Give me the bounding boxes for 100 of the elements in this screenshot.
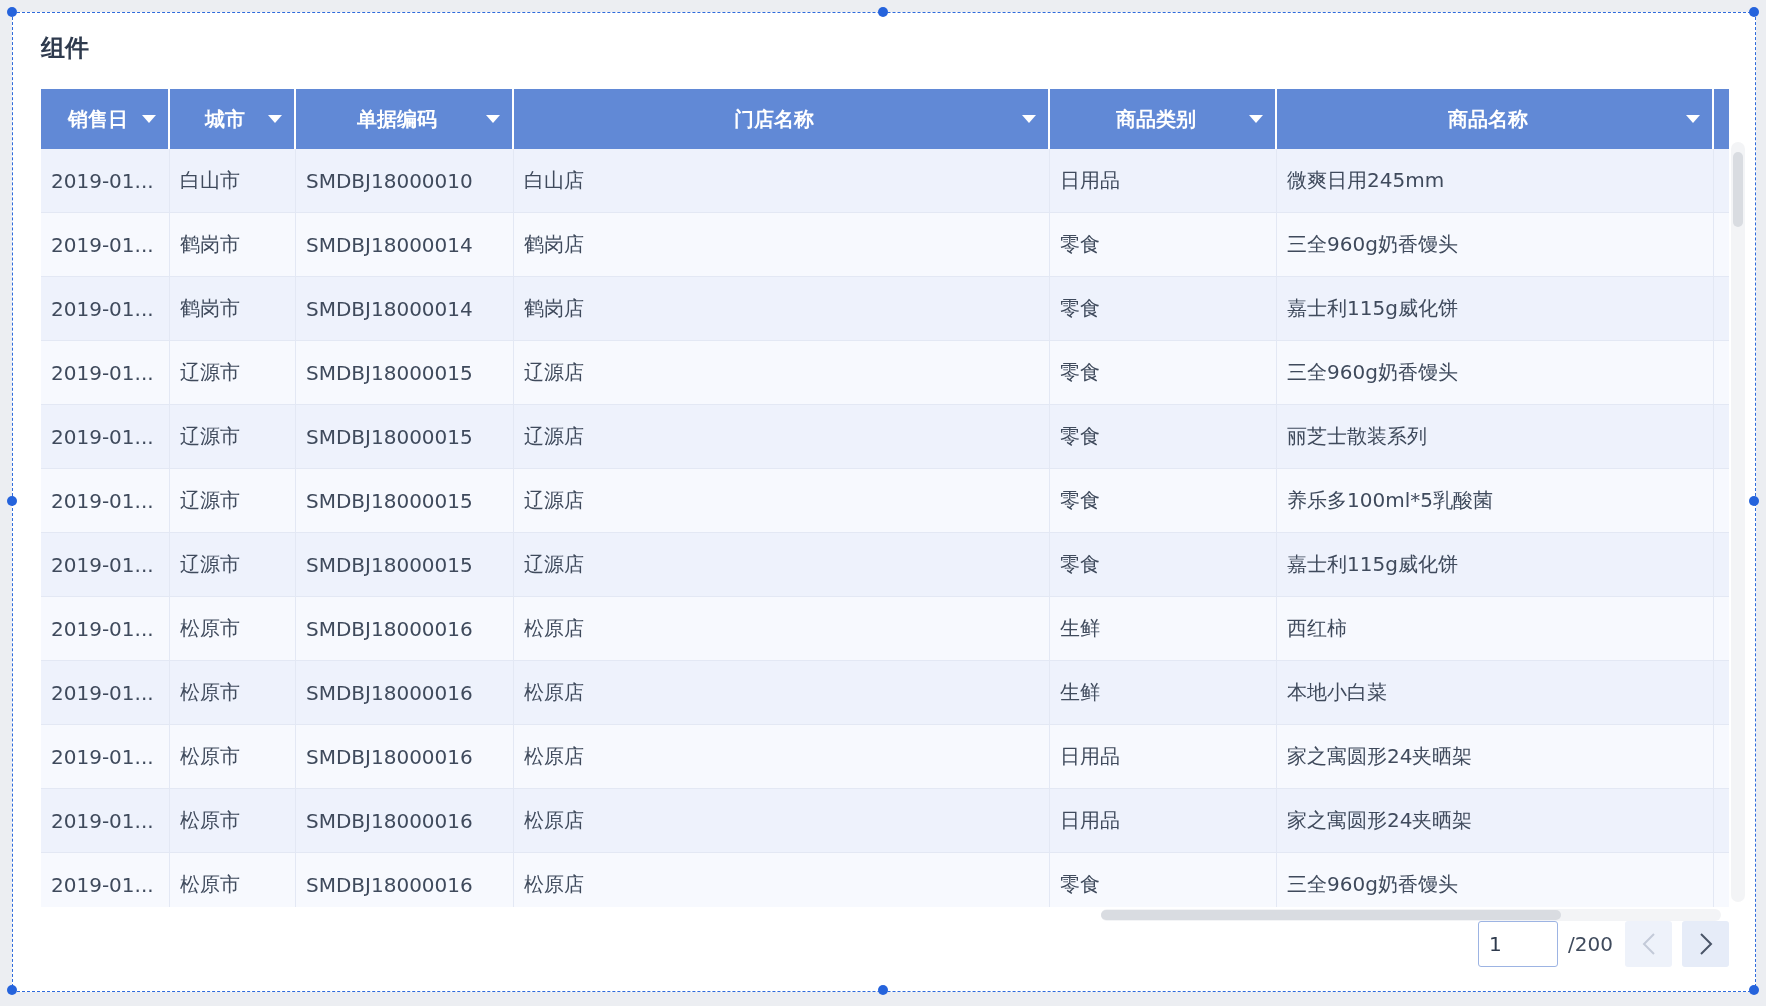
column-header[interactable]: 商品类别 — [1050, 89, 1277, 149]
table-cell: 辽源市 — [170, 405, 296, 469]
table-cell: 松原市 — [170, 661, 296, 725]
caret-icon[interactable] — [1249, 114, 1263, 124]
table-cell: SMDBJ18000016 — [296, 725, 514, 789]
table-cell: 生鲜 — [1050, 597, 1277, 661]
table-cell: 日用品 — [1050, 149, 1277, 213]
table-cell: 2019-01... — [41, 213, 170, 277]
table-cell: 零食 — [1050, 533, 1277, 597]
table-cell: 辽源店 — [514, 533, 1050, 597]
table-cell: 鹤岗市 — [170, 277, 296, 341]
next-page-button[interactable] — [1682, 921, 1729, 967]
table-cell: 2019-01... — [41, 533, 170, 597]
table-cell: 本地小白菜 — [1277, 661, 1714, 725]
table-cell: 三全960g奶香馒头 — [1277, 341, 1714, 405]
table-cell: 嘉士利115g威化饼 — [1277, 533, 1714, 597]
chevron-right-icon — [1698, 933, 1713, 955]
table-cell: 2019-01... — [41, 149, 170, 213]
resize-handle[interactable] — [878, 7, 888, 17]
table-cell: 2019-01... — [41, 405, 170, 469]
table-cell: 嘉士利115g威化饼 — [1277, 277, 1714, 341]
table-cell: 辽源店 — [514, 341, 1050, 405]
table-cell: 鹤岗店 — [514, 213, 1050, 277]
table-cell: 2019-01... — [41, 853, 170, 907]
caret-icon[interactable] — [142, 114, 156, 124]
scrollbar-thumb[interactable] — [1733, 152, 1743, 227]
table-cell: 松原店 — [514, 789, 1050, 853]
page-total: /200 — [1568, 932, 1613, 956]
table-cell: 松原市 — [170, 597, 296, 661]
table-cell: 2019-01... — [41, 789, 170, 853]
table-cell: 日用品 — [1050, 789, 1277, 853]
table-cell: SMDBJ18000015 — [296, 405, 514, 469]
table-cell: 零食 — [1050, 405, 1277, 469]
table-cell: 西红柿 — [1277, 597, 1714, 661]
table-cell: 零食 — [1050, 853, 1277, 907]
table-cell: 养乐多100ml*5乳酸菌 — [1277, 469, 1714, 533]
column-header[interactable]: 门店名称 — [514, 89, 1050, 149]
table-cell: 辽源市 — [170, 341, 296, 405]
table-cell: 家之寓圆形24夹晒架 — [1277, 725, 1714, 789]
table-cell: 松原店 — [514, 853, 1050, 907]
table-cell: SMDBJ18000016 — [296, 597, 514, 661]
table-cell: 丽芝士散装系列 — [1277, 405, 1714, 469]
table-cell: 零食 — [1050, 469, 1277, 533]
table-cell: 微爽日用245mm — [1277, 149, 1714, 213]
vertical-scrollbar[interactable] — [1731, 142, 1745, 902]
resize-handle[interactable] — [7, 496, 17, 506]
table-cell: 鹤岗店 — [514, 277, 1050, 341]
table-cell: 零食 — [1050, 341, 1277, 405]
table-cell: 2019-01... — [41, 341, 170, 405]
table-cell: 白山市 — [170, 149, 296, 213]
table-cell: 松原市 — [170, 853, 296, 907]
table-cell: 零食 — [1050, 213, 1277, 277]
table-cell: 辽源市 — [170, 533, 296, 597]
table-cell: SMDBJ18000014 — [296, 277, 514, 341]
caret-icon[interactable] — [1022, 114, 1036, 124]
table-cell: 辽源店 — [514, 405, 1050, 469]
caret-icon[interactable] — [1686, 114, 1700, 124]
table-cell: 松原店 — [514, 597, 1050, 661]
scrollbar-thumb[interactable] — [1101, 910, 1561, 920]
resize-handle[interactable] — [878, 985, 888, 995]
table-cell: 生鲜 — [1050, 661, 1277, 725]
table-cell: SMDBJ18000016 — [296, 853, 514, 907]
table-cell: 三全960g奶香馒头 — [1277, 213, 1714, 277]
table-cell: SMDBJ18000015 — [296, 341, 514, 405]
page-input[interactable]: 1 — [1478, 921, 1559, 967]
component-title: 组件 — [41, 33, 89, 63]
column-header[interactable]: 单据编码 — [296, 89, 514, 149]
column-header[interactable]: 城市 — [170, 89, 296, 149]
table-cell: SMDBJ18000016 — [296, 661, 514, 725]
table-cell: 松原店 — [514, 725, 1050, 789]
resize-handle[interactable] — [7, 7, 17, 17]
table-cell: SMDBJ18000016 — [296, 789, 514, 853]
column-header[interactable]: 商品名称 — [1277, 89, 1714, 149]
table-cell: 零食 — [1050, 277, 1277, 341]
column-header[interactable]: 销售日 — [41, 89, 170, 149]
resize-handle[interactable] — [1749, 496, 1759, 506]
table-cell: 2019-01... — [41, 469, 170, 533]
caret-icon[interactable] — [268, 114, 282, 124]
table-cell: 家之寓圆形24夹晒架 — [1277, 789, 1714, 853]
table-cell: 三全960g奶香馒头 — [1277, 853, 1714, 907]
caret-icon[interactable] — [486, 114, 500, 124]
resize-handle[interactable] — [1749, 7, 1759, 17]
resize-handle[interactable] — [1749, 985, 1759, 995]
table-cell: 辽源店 — [514, 469, 1050, 533]
table-cell: 辽源市 — [170, 469, 296, 533]
table-cell: SMDBJ18000010 — [296, 149, 514, 213]
table-cell: 日用品 — [1050, 725, 1277, 789]
resize-handle[interactable] — [7, 985, 17, 995]
table-cell: 2019-01... — [41, 725, 170, 789]
table-cell: SMDBJ18000014 — [296, 213, 514, 277]
table-cell: 鹤岗市 — [170, 213, 296, 277]
table-cell: 2019-01... — [41, 661, 170, 725]
table-cell: SMDBJ18000015 — [296, 533, 514, 597]
chevron-left-icon — [1641, 933, 1656, 955]
horizontal-scrollbar[interactable] — [1101, 909, 1721, 921]
table-cell: 2019-01... — [41, 597, 170, 661]
table-cell: 白山店 — [514, 149, 1050, 213]
table-cell: 松原市 — [170, 725, 296, 789]
table-cell: 松原市 — [170, 789, 296, 853]
table-cell: 松原店 — [514, 661, 1050, 725]
